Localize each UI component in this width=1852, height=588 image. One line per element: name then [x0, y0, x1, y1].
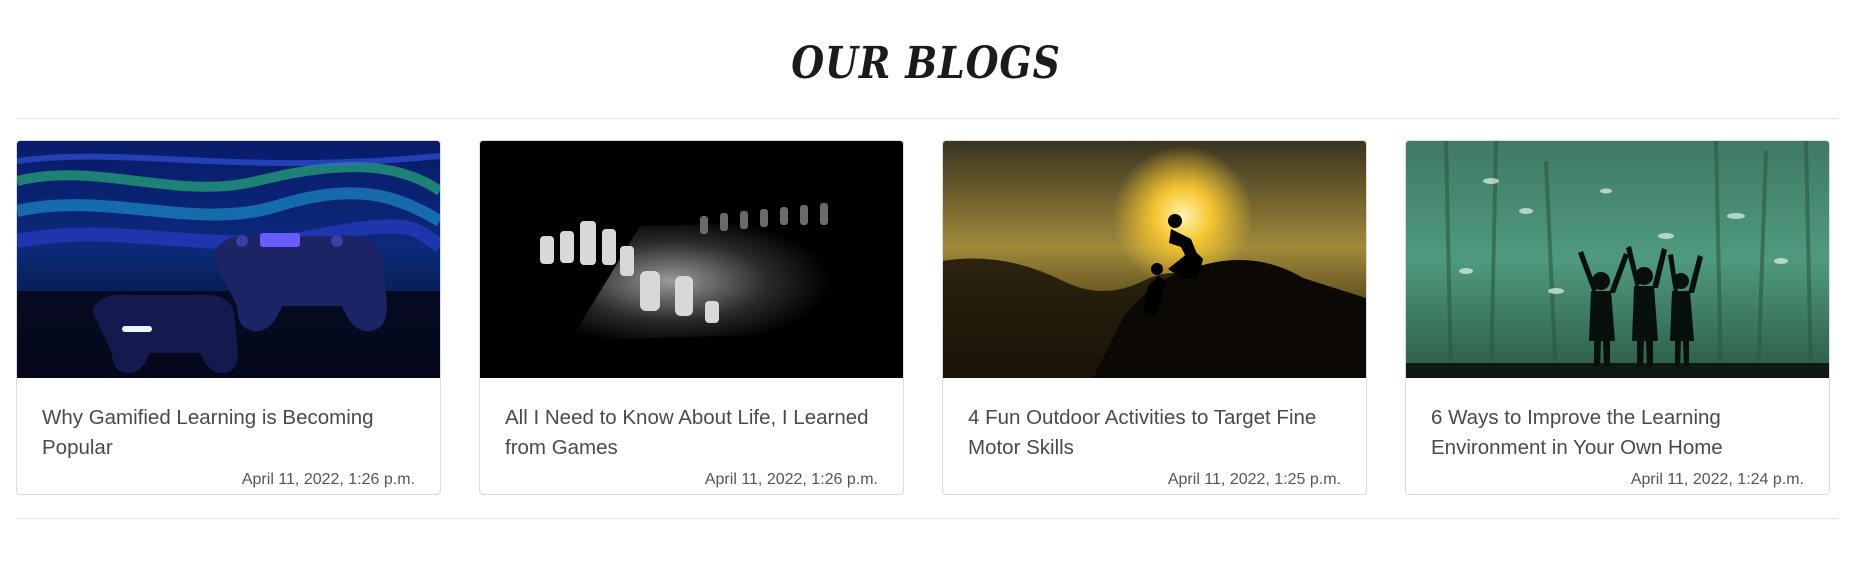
blog-date: April 11, 2022, 1:26 p.m. — [704, 471, 878, 488]
blogs-section: OUR BLOGS Why Gamified Learning is Becom… — [0, 0, 1852, 588]
chess-board-image[interactable] — [480, 141, 903, 378]
top-divider — [16, 118, 1838, 119]
game-controllers-image[interactable] — [17, 141, 440, 378]
blog-card[interactable]: 4 Fun Outdoor Activities to Target Fine … — [942, 140, 1367, 495]
aquarium-children-image[interactable] — [1406, 141, 1829, 378]
blog-date: April 11, 2022, 1:24 p.m. — [1630, 471, 1804, 488]
blog-title-link[interactable]: 4 Fun Outdoor Activities to Target Fine … — [968, 403, 1338, 463]
blog-card[interactable]: 6 Ways to Improve the Learning Environme… — [1405, 140, 1830, 495]
climbers-sunset-image[interactable] — [943, 141, 1366, 378]
blog-date: April 11, 2022, 1:25 p.m. — [1167, 471, 1341, 488]
bottom-divider — [16, 518, 1838, 519]
section-title: OUR BLOGS — [791, 38, 1061, 89]
blog-card-list: Why Gamified Learning is Becoming Popula… — [16, 140, 1838, 495]
blog-title-link[interactable]: Why Gamified Learning is Becoming Popula… — [42, 403, 412, 463]
blog-date: April 11, 2022, 1:26 p.m. — [241, 471, 415, 488]
blog-card[interactable]: All I Need to Know About Life, I Learned… — [479, 140, 904, 495]
blog-title-link[interactable]: 6 Ways to Improve the Learning Environme… — [1431, 403, 1801, 463]
blog-title-link[interactable]: All I Need to Know About Life, I Learned… — [505, 403, 875, 463]
blog-card[interactable]: Why Gamified Learning is Becoming Popula… — [16, 140, 441, 495]
